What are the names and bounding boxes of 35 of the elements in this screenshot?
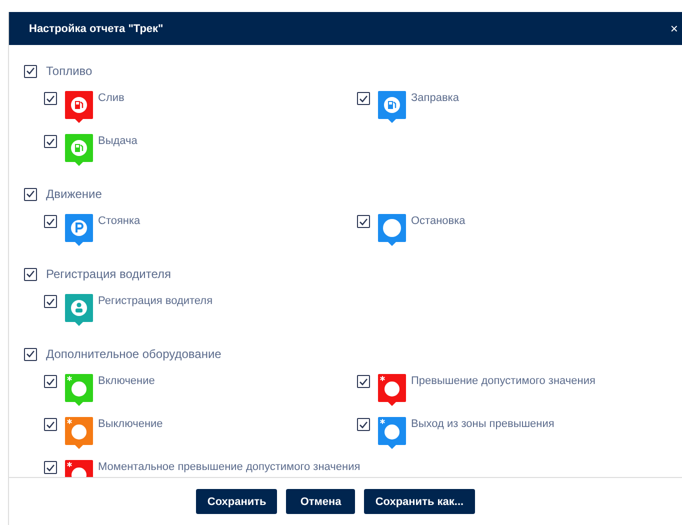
item-label: Моментальное превышение допустимого значения [98,461,360,473]
item-label: Остановка [411,215,466,227]
save-as-button[interactable]: Сохранить как... [364,489,475,514]
group-label: Движение [46,187,102,201]
group-checkbox[interactable] [24,268,37,280]
item-checkbox[interactable] [44,295,57,308]
item-checkbox[interactable] [44,92,57,105]
group-label: Топливо [46,64,92,78]
item-label: Выдача [98,135,138,147]
group-checkbox[interactable] [24,188,37,200]
item-checkbox[interactable] [357,215,370,228]
item-label: Выход из зоны превышения [411,418,554,430]
group-label: Дополнительное оборудование [46,347,222,361]
item-label: Превышение допустимого значения [411,375,596,387]
item-label: Стоянка [98,215,140,227]
cancel-button[interactable]: Отмена [286,489,356,514]
item-checkbox[interactable] [44,418,57,431]
item-checkbox[interactable] [357,92,370,105]
item-label: Слив [98,92,124,104]
item-checkbox[interactable] [44,215,57,228]
item-label: Включение [98,375,155,387]
group-checkbox[interactable] [24,348,37,360]
item-checkbox[interactable] [44,375,57,388]
item-checkbox[interactable] [44,461,57,474]
group-checkbox[interactable] [24,64,37,78]
item-label: Выключение [98,418,163,430]
save-button[interactable]: Сохранить [196,489,278,514]
group-label: Регистрация водителя [46,267,171,281]
item-label: Регистрация водителя [98,295,213,307]
item-checkbox[interactable] [357,418,370,431]
item-checkbox[interactable] [357,375,370,388]
item-label: Заправка [411,92,459,104]
dialog-title: Настройка отчета "Трек" [29,22,164,34]
item-checkbox[interactable] [44,135,57,148]
close-button[interactable]: × [670,21,678,36]
